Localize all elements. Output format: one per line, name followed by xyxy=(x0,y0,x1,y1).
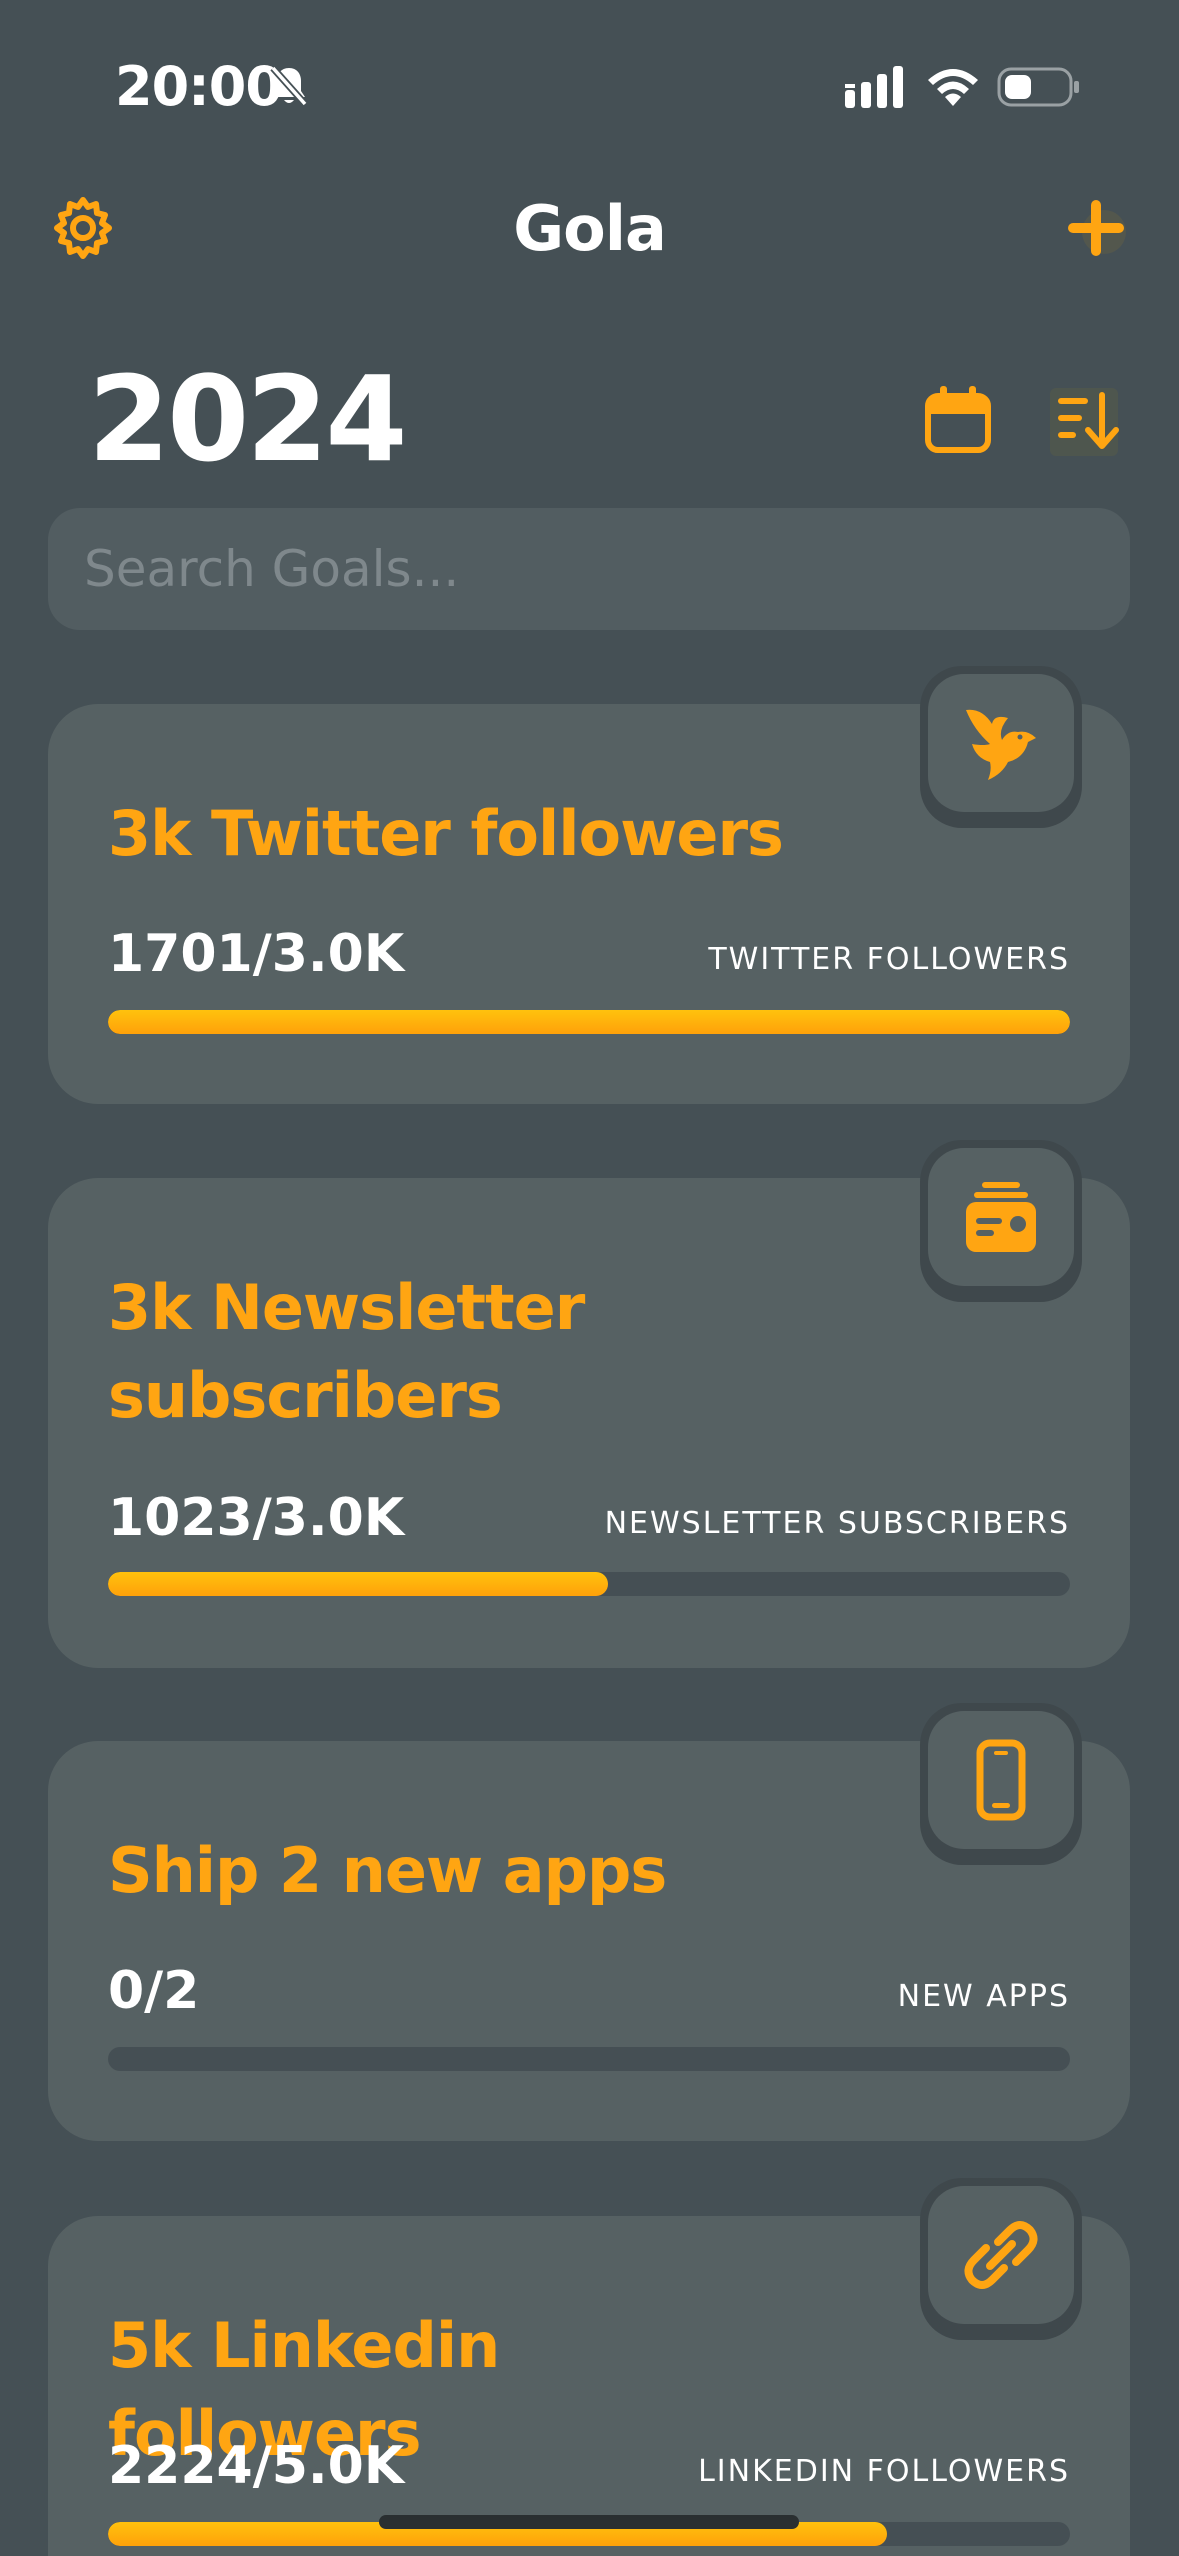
cellular-signal-icon xyxy=(845,66,903,108)
goal-progress-bar xyxy=(108,1572,1070,1596)
goal-progress-bar xyxy=(108,1010,1070,1034)
goal-progress-text: 2224/5.0K xyxy=(108,2436,405,2496)
app-title: Gola xyxy=(513,192,667,265)
goal-metric-label: NEWSLETTER SUBSCRIBERS xyxy=(604,1506,1070,1541)
goal-icon-badge xyxy=(920,1703,1082,1865)
bird-icon xyxy=(966,709,1036,780)
goal-icon-badge xyxy=(920,666,1082,828)
status-time: 20:00 xyxy=(115,55,283,118)
search-bar xyxy=(48,508,1130,630)
search-goals-input[interactable] xyxy=(48,508,1130,630)
add-goal-plus-icon[interactable] xyxy=(1060,192,1132,264)
nav-bar: Gola xyxy=(0,170,1179,280)
calendar-icon[interactable] xyxy=(920,382,996,458)
goal-title: Ship 2 new apps xyxy=(108,1834,667,1907)
goal-metric-label: LINKEDIN FOLLOWERS xyxy=(698,2454,1070,2489)
app-screen: 20:00 Gola 2024 Search Goals... 3k Twitt… xyxy=(0,0,1179,2556)
goal-progress-bar xyxy=(108,2047,1070,2071)
goal-card[interactable]: 5k Linkedin followers 2224/5.0K LINKEDIN… xyxy=(48,2178,1130,2556)
goal-title: 3k Twitter followers xyxy=(108,797,784,870)
phone-icon xyxy=(976,1739,1026,1821)
link-icon xyxy=(964,2221,1038,2289)
bell-muted-icon xyxy=(270,65,308,107)
goal-card[interactable]: 3k Newsletter subscribers 1023/3.0K NEWS… xyxy=(48,1140,1130,1668)
year-heading: 2024 xyxy=(88,350,407,488)
goal-progress-text: 0/2 xyxy=(108,1961,200,2021)
goal-progress-fill xyxy=(108,1010,1070,1034)
battery-icon xyxy=(997,67,1079,107)
goal-icon-badge xyxy=(920,2178,1082,2340)
goal-metric-label: TWITTER FOLLOWERS xyxy=(708,942,1070,977)
home-indicator xyxy=(379,2515,799,2529)
goal-progress-text: 1023/3.0K xyxy=(108,1488,405,1548)
wifi-icon xyxy=(928,69,978,106)
goal-card[interactable]: Ship 2 new apps 0/2 NEW APPS xyxy=(48,1703,1130,2141)
sort-order-icon[interactable] xyxy=(1048,382,1124,458)
goal-title: 3k Newsletter subscribers xyxy=(108,1271,585,1432)
goal-metric-label: NEW APPS xyxy=(897,1979,1070,2014)
goal-icon-badge xyxy=(920,1140,1082,1302)
status-bar: 20:00 xyxy=(0,0,1179,150)
goal-progress-text: 1701/3.0K xyxy=(108,924,405,984)
goal-card[interactable]: 3k Twitter followers 1701/3.0K TWITTER F… xyxy=(48,666,1130,1104)
goal-progress-fill xyxy=(108,1572,609,1596)
newsletter-icon xyxy=(966,1182,1036,1252)
